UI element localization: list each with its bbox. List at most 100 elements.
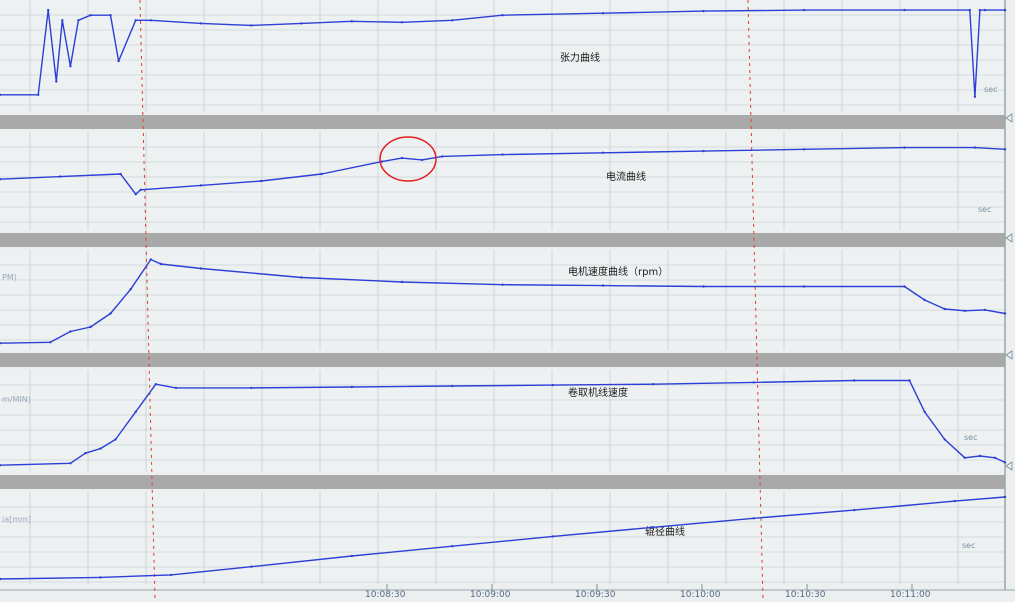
x-tick-label-4: 10:10:30	[785, 590, 826, 600]
trace-point-1-12	[501, 153, 504, 156]
trend-chart-screen: 张力曲线 电流曲线 电机速度曲线（rpm） 卷取机线速度 辊径曲线 PM) m/…	[0, 0, 1015, 602]
trace-point-3-19	[978, 454, 982, 458]
trace-point-3-3	[99, 447, 102, 450]
trace-point-2-7	[159, 262, 162, 266]
trace-point-3-8	[250, 386, 253, 390]
trace-point-2-12	[601, 284, 605, 287]
trace-point-2-4	[109, 312, 112, 315]
trace-point-2-18	[963, 309, 966, 312]
trace-point-0-6	[77, 19, 80, 22]
trace-point-0-10	[134, 19, 137, 22]
trace-point-4-1	[99, 576, 102, 579]
x-tick-label-3: 10:10:00	[680, 590, 721, 600]
trace-point-0-18	[501, 14, 504, 17]
trace-point-1-17	[973, 146, 977, 149]
trace-point-2-9	[300, 276, 303, 279]
trace-point-2-1	[49, 341, 52, 344]
trace-point-0-14	[300, 22, 303, 25]
trace-point-0-24	[973, 95, 977, 99]
trace-point-2-16	[923, 298, 926, 302]
trace-point-1-6	[260, 179, 263, 183]
trace-point-0-26	[983, 8, 987, 12]
trace-point-3-10	[451, 384, 454, 388]
trace-point-3-11	[551, 383, 554, 387]
trace-point-2-11	[501, 283, 504, 286]
trace-point-0-20	[702, 9, 705, 13]
trace-point-0-23	[968, 8, 971, 12]
trace-point-0-16	[400, 21, 404, 24]
trace-point-3-2	[84, 452, 87, 455]
trace-point-0-19	[601, 12, 605, 15]
trace-point-0-2	[47, 8, 50, 12]
sec-label-tension: sec	[984, 85, 998, 94]
series-label-current: 电流曲线	[606, 170, 646, 183]
separator-band-3	[0, 475, 1005, 489]
series-label-line-speed: 卷取机线速度	[568, 386, 628, 399]
trace-point-0-5	[69, 65, 72, 68]
trace-point-0-17	[451, 19, 454, 22]
unit-label-motor-speed: PM)	[2, 273, 17, 282]
trace-point-0-1	[37, 93, 40, 97]
trace-point-3-4	[114, 438, 117, 441]
trace-point-0-9	[117, 59, 120, 63]
trace-point-4-6	[551, 535, 554, 538]
trace-point-3-20	[993, 456, 997, 459]
trace-point-1-7	[320, 172, 323, 176]
trace-point-3-17	[943, 438, 946, 441]
trace-point-2-13	[702, 285, 705, 288]
trace-point-2-8	[199, 267, 203, 270]
trace-point-1-18	[1003, 148, 1007, 151]
series-label-motor-speed: 电机速度曲线（rpm）	[568, 265, 668, 278]
unit-label-roll-diameter: ia[mm]	[2, 515, 31, 524]
trace-point-3-18	[963, 456, 966, 459]
trace-point-4-10	[953, 499, 956, 503]
trace-point-0-8	[109, 14, 112, 17]
trace-point-1-2	[119, 172, 122, 176]
trace-point-1-9	[400, 156, 404, 160]
trace-point-1-5	[199, 184, 203, 187]
trace-point-0-11	[149, 19, 152, 22]
trace-point-4-3	[250, 565, 253, 568]
trace-point-1-11	[441, 155, 444, 158]
trace-point-3-7	[174, 386, 178, 390]
trace-point-3-15	[908, 379, 911, 382]
panel-bg-4	[0, 492, 1005, 584]
separator-band-1	[0, 233, 1005, 247]
trace-point-0-15	[350, 20, 353, 23]
trace-point-2-10	[400, 280, 404, 284]
separator-band-2	[0, 353, 1005, 367]
trace-point-2-3	[89, 325, 92, 329]
trace-point-1-3	[134, 193, 137, 196]
trace-point-1-15	[802, 148, 806, 151]
trace-point-2-6	[149, 258, 152, 261]
trace-point-2-20	[1003, 312, 1007, 315]
trace-point-4-11	[1003, 495, 1007, 499]
trace-point-3-1	[69, 462, 72, 465]
trace-point-0-22	[903, 8, 906, 12]
trace-point-1-14	[702, 149, 705, 153]
trace-point-3-16	[923, 410, 926, 413]
trace-point-4-7	[652, 526, 655, 529]
trace-point-0-12	[199, 22, 203, 25]
trace-point-1-10	[420, 158, 424, 162]
trace-point-1-4	[139, 188, 142, 191]
trace-point-4-5	[451, 545, 454, 548]
trace-point-0-3	[55, 80, 58, 83]
trace-point-2-19	[983, 308, 987, 312]
trace-point-0-21	[802, 8, 806, 12]
x-tick-label-1: 10:09:00	[470, 590, 511, 600]
unit-label-line-speed: m/MIN)	[2, 395, 31, 404]
trace-point-3-9	[350, 385, 353, 389]
trace-point-3-14	[853, 379, 856, 382]
trace-point-0-13	[250, 24, 253, 27]
trace-point-3-21	[1003, 461, 1007, 464]
trace-point-1-16	[903, 146, 906, 149]
x-tick-label-5: 10:11:00	[890, 590, 931, 600]
trace-point-1-13	[601, 151, 605, 154]
trace-point-3-6	[154, 383, 157, 386]
sec-label-line-speed: sec	[964, 433, 978, 442]
trace-point-4-8	[752, 517, 755, 520]
trace-point-3-12	[652, 383, 655, 386]
x-tick-label-0: 10:08:30	[365, 590, 406, 600]
trace-point-2-15	[903, 285, 906, 288]
